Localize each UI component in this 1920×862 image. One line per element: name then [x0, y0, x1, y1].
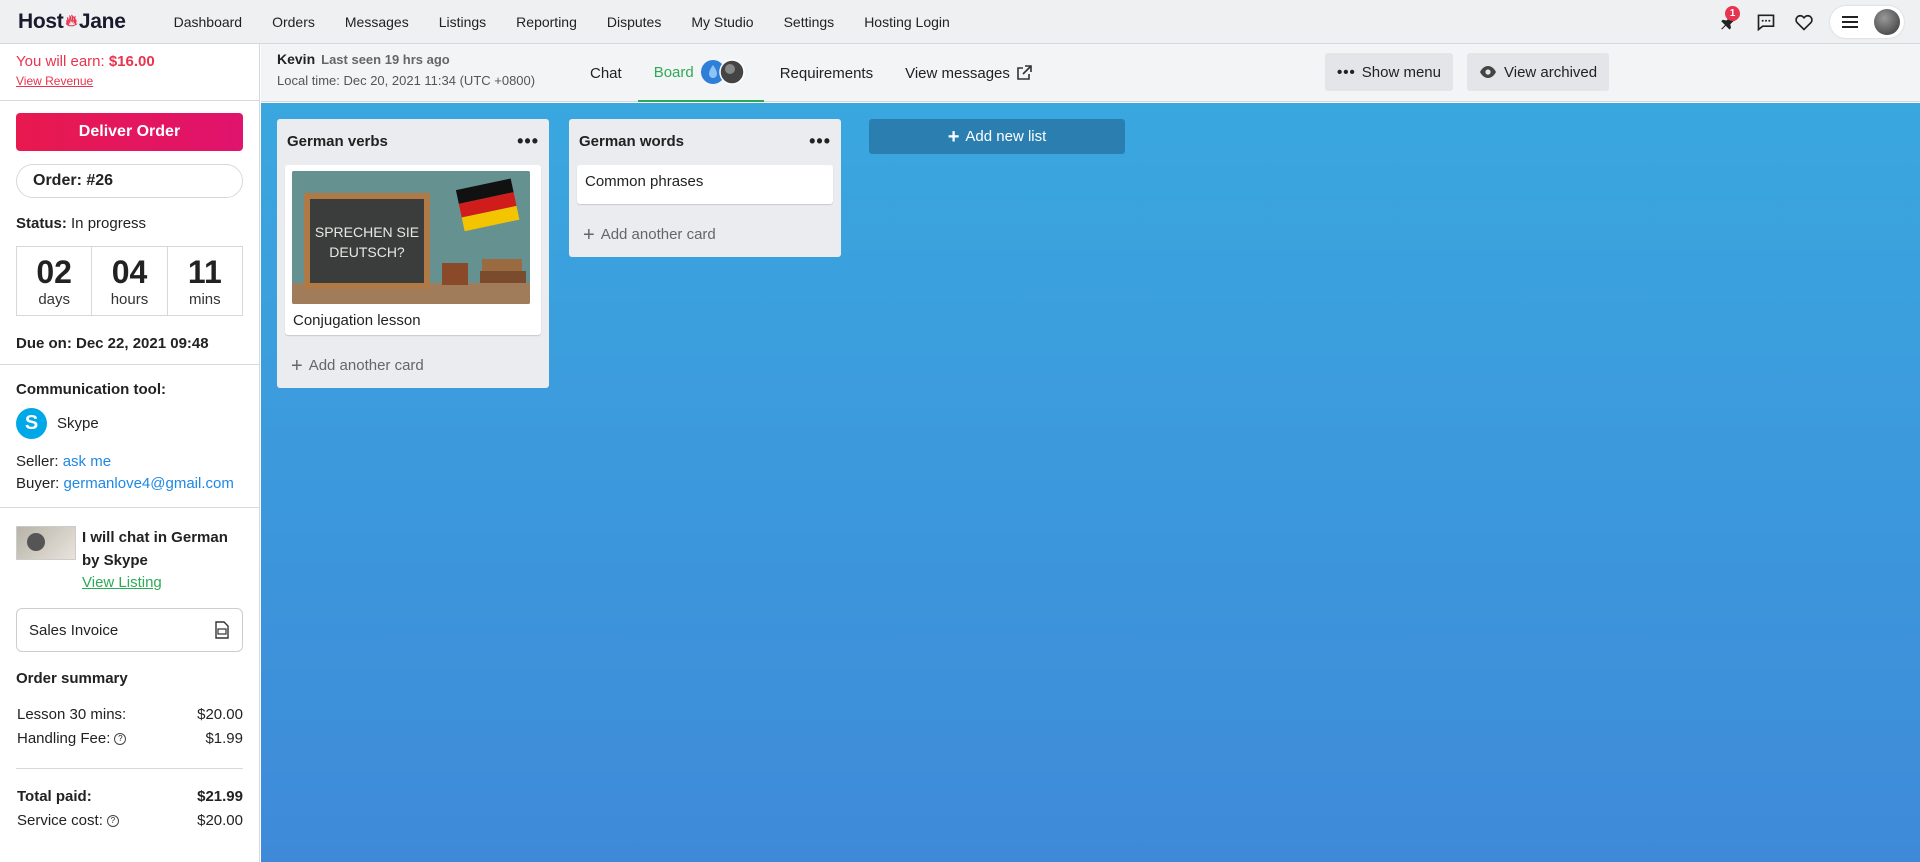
pdf-icon: [215, 621, 229, 639]
notifications-button[interactable]: 1: [1712, 6, 1744, 38]
card-title: Common phrases: [585, 173, 704, 190]
board-list: German words ••• Common phrases + Add ano…: [569, 119, 841, 257]
list-menu-icon[interactable]: •••: [809, 132, 831, 150]
buyer-name: Kevin: [277, 51, 316, 67]
nav-disputes[interactable]: Disputes: [607, 14, 661, 30]
view-revenue-link[interactable]: View Revenue: [0, 70, 259, 88]
local-time: Local time: Dec 20, 2021 11:34 (UTC +080…: [277, 73, 536, 88]
heart-icon: [1795, 14, 1813, 31]
nav-hosting-login[interactable]: Hosting Login: [864, 14, 950, 30]
view-listing-link[interactable]: View Listing: [82, 574, 243, 591]
add-new-list-button[interactable]: + Add new list: [869, 119, 1125, 154]
main-nav: Dashboard Orders Messages Listings Repor…: [174, 14, 980, 30]
help-icon[interactable]: ?: [114, 733, 127, 746]
board-list: German verbs ••• SPRECHEN SIE DEUTSCH? C…: [277, 119, 549, 388]
countdown: 02 days 04 hours 11 mins: [16, 246, 243, 316]
top-nav: Host 🔥︎ Jane Dashboard Orders Messages Lis…: [0, 0, 1920, 44]
view-archived-button[interactable]: View archived: [1467, 53, 1610, 91]
order-header: Kevin Last seen 19 hrs ago Local time: De…: [261, 44, 1920, 102]
hostjane-logo[interactable]: Host 🔥︎ Jane: [18, 10, 126, 34]
card-cover-image: SPRECHEN SIE DEUTSCH?: [292, 171, 530, 304]
nav-dashboard[interactable]: Dashboard: [174, 14, 243, 30]
order-summary-title: Order summary: [16, 670, 128, 687]
buyer-skype-link[interactable]: germanlove4@gmail.com: [64, 475, 234, 492]
contact-info: Seller: ask me Buyer: germanlove4@gmail.…: [0, 439, 259, 495]
deliver-order-button[interactable]: Deliver Order: [16, 113, 243, 151]
earn-value: $16.00: [108, 53, 155, 70]
countdown-days: 02 days: [17, 247, 93, 315]
service-cost-row: Service cost:? $20.00: [17, 812, 243, 829]
skype-icon: S: [16, 408, 47, 439]
card-title: Conjugation lesson: [293, 312, 421, 329]
tab-board[interactable]: Board: [637, 44, 764, 102]
nav-reporting[interactable]: Reporting: [516, 14, 577, 30]
tab-chat[interactable]: Chat: [574, 44, 638, 102]
due-date: Due on: Dec 22, 2021 09:48: [16, 335, 209, 352]
eye-icon: [1480, 66, 1496, 78]
buyer-info: Kevin Last seen 19 hrs ago Local time: De…: [277, 51, 535, 88]
seller-skype-link[interactable]: ask me: [63, 453, 111, 470]
plus-icon: +: [947, 125, 960, 148]
svg-text:DEUTSCH?: DEUTSCH?: [329, 244, 405, 260]
avatar: [1874, 9, 1900, 35]
nav-settings[interactable]: Settings: [784, 14, 835, 30]
list-header: German verbs •••: [285, 127, 541, 155]
total-row: Total paid: $21.99: [17, 788, 243, 805]
countdown-hours: 04 hours: [92, 247, 168, 315]
chalkboard-text: SPRECHEN SIE: [315, 224, 419, 240]
messages-button[interactable]: [1750, 6, 1782, 38]
divider: [16, 768, 243, 769]
order-number: Order: #26: [16, 164, 243, 198]
nav-right: 1: [1706, 6, 1904, 38]
order-sidebar: You will earn: $16.00 View Revenue Deliv…: [0, 44, 260, 862]
divider: [0, 100, 259, 101]
summary-row: Lesson 30 mins: $20.00: [17, 706, 243, 723]
list-menu-icon[interactable]: •••: [517, 132, 539, 150]
board-card[interactable]: SPRECHEN SIE DEUTSCH? Conjugation lesson: [285, 165, 541, 335]
plus-icon: +: [583, 223, 595, 246]
list-title[interactable]: German words: [579, 133, 684, 150]
external-link-icon: [1017, 65, 1032, 80]
summary-row: Handling Fee:? $1.99: [17, 730, 243, 747]
listing-summary: I will chat in German by Skype View List…: [0, 508, 259, 591]
nav-messages[interactable]: Messages: [345, 14, 409, 30]
user-menu[interactable]: [1830, 6, 1904, 38]
nav-listings[interactable]: Listings: [439, 14, 486, 30]
last-seen: Last seen 19 hrs ago: [321, 52, 450, 67]
list-title[interactable]: German verbs: [287, 133, 388, 150]
chat-icon: [1757, 14, 1775, 32]
listing-thumbnail[interactable]: [16, 526, 76, 560]
board-card[interactable]: Common phrases: [577, 165, 833, 204]
help-icon[interactable]: ?: [106, 815, 119, 828]
buyer-contact: Buyer: germanlove4@gmail.com: [16, 475, 234, 492]
listing-title[interactable]: I will chat in German by Skype: [82, 526, 243, 572]
order-tabs: Chat Board Requirements View messages: [574, 44, 1048, 102]
communication-title: Communication tool:: [16, 381, 166, 398]
participants-avatars: [700, 59, 745, 85]
notification-badge: 1: [1725, 6, 1740, 21]
earn-line: You will earn: $16.00: [16, 53, 155, 70]
sales-invoice-button[interactable]: Sales Invoice: [16, 608, 243, 652]
kanban-board: German verbs ••• SPRECHEN SIE DEUTSCH? C…: [261, 103, 1920, 862]
tab-requirements[interactable]: Requirements: [764, 44, 889, 102]
tab-view-messages[interactable]: View messages: [889, 44, 1048, 102]
plus-icon: +: [291, 354, 303, 377]
nav-my-studio[interactable]: My Studio: [691, 14, 753, 30]
order-status: Status: In progress: [16, 215, 147, 232]
nav-orders[interactable]: Orders: [272, 14, 315, 30]
flame-icon: 🔥︎: [65, 12, 77, 30]
communication-tool: S Skype: [0, 398, 259, 439]
seller-contact: Seller: ask me: [16, 453, 112, 470]
favorites-button[interactable]: [1788, 6, 1820, 38]
add-card-button[interactable]: + Add another card: [577, 222, 833, 249]
hamburger-icon: [1842, 16, 1858, 28]
more-dots-icon: •••: [1337, 63, 1356, 81]
list-header: German words •••: [577, 127, 833, 155]
add-card-button[interactable]: + Add another card: [285, 353, 541, 380]
countdown-mins: 11 mins: [187, 253, 222, 308]
show-menu-button[interactable]: ••• Show menu: [1325, 53, 1453, 91]
